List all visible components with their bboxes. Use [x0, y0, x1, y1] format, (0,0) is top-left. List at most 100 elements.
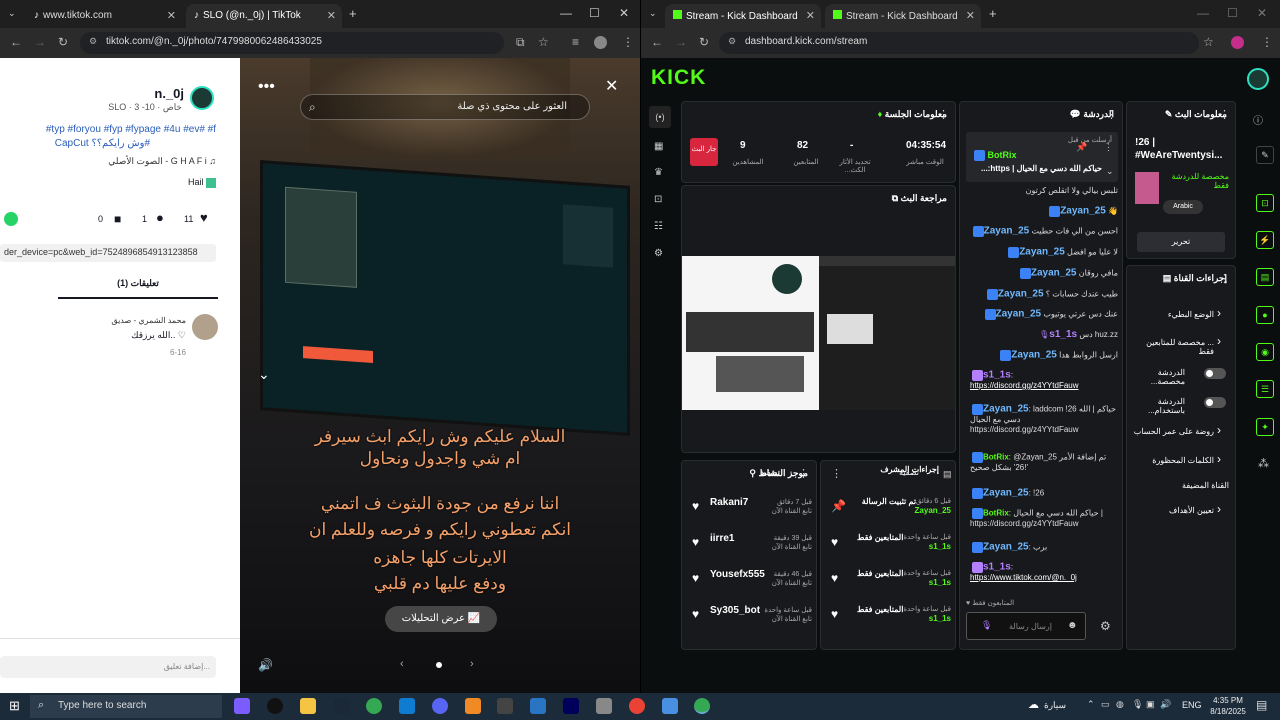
- chrome-profile-icon[interactable]: [629, 698, 645, 714]
- chevron-right-icon[interactable]: ›: [1217, 334, 1221, 348]
- app-icon-2[interactable]: [662, 698, 678, 714]
- action-set-goals[interactable]: تعيين الأهداف: [1134, 506, 1214, 515]
- obs-icon[interactable]: [267, 698, 283, 714]
- bookmark-icon[interactable]: ☆: [538, 35, 549, 49]
- dashboard-nav-icon[interactable]: ▦: [654, 141, 663, 152]
- back-icon[interactable]: ←: [651, 35, 663, 49]
- stream-category[interactable]: مخصصة للدردشة فقط: [1163, 172, 1229, 190]
- chat-user[interactable]: s1_1s: [983, 562, 1011, 573]
- mod-user[interactable]: s1_1s: [929, 542, 951, 551]
- pinned-more-icon[interactable]: ⋮: [1104, 142, 1113, 153]
- network-icon[interactable]: ▭: [1101, 699, 1110, 710]
- discord-icon[interactable]: [432, 698, 448, 714]
- maximize-icon[interactable]: ☐: [589, 6, 600, 20]
- more-options-icon[interactable]: ⋮: [1219, 108, 1230, 121]
- pinned-user[interactable]: BotRix: [988, 150, 1017, 160]
- chat-user[interactable]: Zayan_25: [996, 309, 1042, 320]
- action-host-channel[interactable]: القناة المضيفة: [1134, 481, 1229, 490]
- chevron-down-icon[interactable]: ⌄: [258, 366, 270, 383]
- minimize-icon[interactable]: —: [560, 6, 572, 20]
- close-tab-icon[interactable]: ✕: [167, 9, 176, 22]
- commenter-avatar[interactable]: [192, 314, 218, 340]
- maximize-icon[interactable]: ☐: [1227, 6, 1238, 20]
- prev-photo-icon[interactable]: ‹: [400, 658, 404, 670]
- after-effects-icon[interactable]: [563, 698, 579, 714]
- start-icon[interactable]: ⊞: [9, 698, 20, 714]
- activity-user[interactable]: iirre1: [710, 533, 734, 544]
- info-icon[interactable]: ⓘ: [1253, 112, 1263, 127]
- copilot-icon[interactable]: [234, 698, 250, 714]
- close-window-icon[interactable]: ✕: [619, 6, 629, 20]
- activity-user[interactable]: Sy305_bot: [710, 605, 760, 616]
- tab-list-icon[interactable]: ⌄: [8, 8, 16, 19]
- minimize-icon[interactable]: —: [1197, 6, 1209, 20]
- whatsapp-share-icon[interactable]: [4, 212, 18, 226]
- creator-avatar[interactable]: [190, 86, 214, 110]
- chat-user[interactable]: Zayan_25: [1031, 268, 1077, 279]
- close-window-icon[interactable]: ✕: [1257, 6, 1267, 20]
- clock[interactable]: 4:35 PM 8/18/2025: [1206, 695, 1250, 717]
- chat-link[interactable]: https://www.tiktok.com/@n._0j: [970, 573, 1077, 582]
- clips-nav-icon[interactable]: ⊡: [654, 194, 662, 205]
- mod-filter-button[interactable]: تصفية: [899, 468, 919, 477]
- reload-icon[interactable]: ↻: [58, 35, 68, 49]
- trophy-nav-icon[interactable]: ♛: [654, 167, 663, 178]
- settings-nav-icon[interactable]: ⚙: [654, 248, 663, 259]
- toggle-chat-using[interactable]: [1204, 397, 1226, 408]
- tag-row[interactable]: Hail: [140, 177, 216, 188]
- profile-avatar-icon[interactable]: [1231, 36, 1244, 49]
- taskbar-search[interactable]: ⌕ Type here to search: [30, 695, 222, 718]
- capcut-icon[interactable]: [497, 698, 513, 714]
- chevron-right-icon[interactable]: ›: [1217, 423, 1221, 437]
- user-avatar[interactable]: [1247, 68, 1269, 90]
- more-options-icon[interactable]: ⋮: [938, 108, 949, 121]
- tab-list-icon[interactable]: ⌄: [649, 8, 657, 19]
- activity-user[interactable]: Yousefx555: [710, 569, 765, 580]
- more-options-icon[interactable]: ⋮: [1219, 272, 1230, 285]
- tab-comments[interactable]: تعليقات (1): [58, 278, 218, 299]
- share-link-field[interactable]: der_device=pc&web_id=7524896854913123858: [0, 244, 216, 262]
- comment-icon[interactable]: ●: [156, 210, 164, 225]
- mod-user[interactable]: s1_1s: [929, 578, 951, 587]
- file-explorer-icon[interactable]: [300, 698, 316, 714]
- kick-logo[interactable]: KICK: [651, 66, 706, 90]
- steam-icon[interactable]: [333, 698, 349, 714]
- menu-icon[interactable]: ⋮: [622, 35, 634, 49]
- chrome-active-icon[interactable]: [694, 698, 710, 714]
- bookmark-icon[interactable]: ■: [114, 212, 121, 226]
- chrome-icon[interactable]: [366, 698, 382, 714]
- more-options-icon[interactable]: ⋮: [831, 467, 842, 480]
- tab-kick-dashboard-2[interactable]: Stream - Kick Dashboard ✕: [825, 4, 981, 28]
- new-tab-icon[interactable]: +: [349, 6, 357, 21]
- chat-user[interactable]: Zayan_25: [983, 404, 1029, 415]
- category-thumbnail[interactable]: [1135, 172, 1159, 204]
- reload-icon[interactable]: ↻: [699, 35, 709, 49]
- activity-user[interactable]: Rakani7: [710, 497, 748, 508]
- chat-input[interactable]: 🎙 إرسال رسالة ☻: [966, 612, 1086, 640]
- chevron-right-icon[interactable]: ›: [1217, 452, 1221, 466]
- chat-settings-icon[interactable]: ⚙: [1100, 619, 1111, 633]
- menu-icon[interactable]: ⋮: [1261, 35, 1273, 49]
- site-info-icon[interactable]: ⚙: [728, 36, 736, 47]
- notes-icon[interactable]: ▤: [1256, 268, 1274, 286]
- site-info-icon[interactable]: ⚙: [89, 36, 97, 47]
- chat-user[interactable]: Zayan_25: [983, 488, 1029, 499]
- sound-name[interactable]: الصوت الأصلي - G H A F i ♫: [60, 156, 216, 167]
- more-options-icon[interactable]: ⋮: [1106, 108, 1117, 121]
- close-viewer-icon[interactable]: ✕: [605, 76, 618, 96]
- close-tab-icon[interactable]: ✕: [966, 9, 975, 22]
- chat-user[interactable]: s1_1s: [1049, 329, 1077, 340]
- profile-avatar-icon[interactable]: [594, 36, 607, 49]
- tab-tiktok-profile[interactable]: ♪ SLO (@n._0j) | TikTok ✕: [186, 4, 342, 28]
- notifications-icon[interactable]: ▤: [1256, 698, 1267, 712]
- security-icon[interactable]: [530, 698, 546, 714]
- pinned-message[interactable]: أرسلت من قبل 📌 ⋮ BotRix حياكم الله دسي م…: [966, 132, 1118, 182]
- edit-layout-icon[interactable]: ✎: [1256, 146, 1274, 164]
- next-photo-icon[interactable]: ›: [470, 658, 474, 670]
- chat-user[interactable]: Zayan_25: [984, 226, 1030, 237]
- wrench-icon[interactable]: ✦: [1256, 418, 1274, 436]
- mic-tray-icon[interactable]: 🎙: [1132, 699, 1143, 710]
- heart-icon[interactable]: ♥: [200, 210, 208, 225]
- activity-filter-button[interactable]: تصفية: [760, 468, 780, 477]
- tab-kick-dashboard-1[interactable]: Stream - Kick Dashboard ✕: [665, 4, 821, 28]
